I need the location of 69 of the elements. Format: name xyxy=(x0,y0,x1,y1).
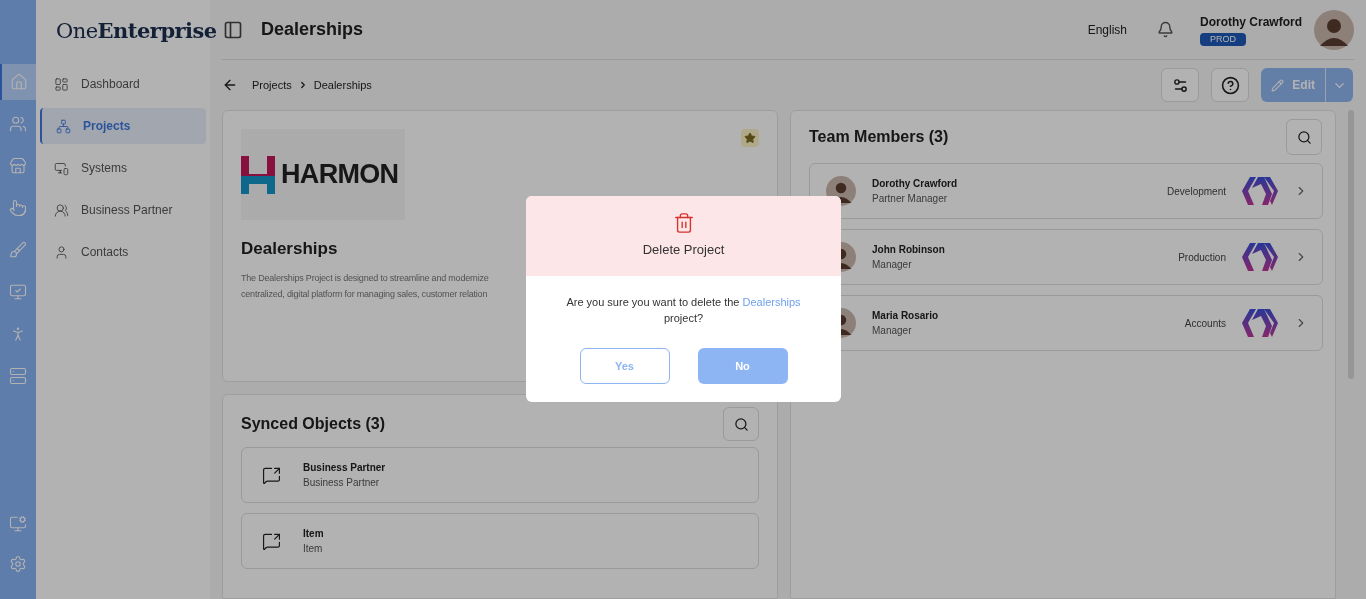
object-name: Business Partner xyxy=(303,461,386,475)
favorite-star-icon[interactable] xyxy=(741,129,759,147)
object-type: Business Partner xyxy=(303,476,381,490)
rail-item[interactable] xyxy=(0,64,36,100)
home-icon xyxy=(10,73,28,91)
avatar xyxy=(1314,9,1354,50)
people-icon xyxy=(54,202,69,218)
brush-icon xyxy=(9,241,27,259)
object-name: Item xyxy=(303,527,324,541)
project-title: Dealerships xyxy=(241,238,338,260)
object-type: Item xyxy=(303,542,324,556)
member-role: Manager xyxy=(872,258,913,272)
sidebar-item[interactable]: Dashboard xyxy=(40,66,206,102)
environment-badge: PROD xyxy=(1200,32,1246,47)
notification-icon[interactable] xyxy=(1157,21,1174,38)
member-role: Partner Manager xyxy=(872,192,949,206)
sidebar-item[interactable]: Systems xyxy=(40,150,206,186)
dashboard-icon xyxy=(54,76,69,92)
dialog-message: Are you sure you want to delete the Dealerships project? xyxy=(565,295,802,326)
company-logo-icon xyxy=(1242,306,1278,340)
trash-icon xyxy=(672,212,695,235)
hierarchy-icon xyxy=(56,118,71,134)
person-icon xyxy=(54,244,69,260)
project-description: centralized, digital platform for managing sales, customer relation xyxy=(241,287,488,301)
sidebar-item[interactable]: Projects xyxy=(40,108,206,144)
devices-icon xyxy=(54,160,69,176)
settings-button[interactable] xyxy=(1161,68,1200,102)
server-icon xyxy=(9,367,27,385)
breadcrumb-link[interactable]: Dealerships xyxy=(313,76,372,94)
sidebar-item[interactable]: Contacts xyxy=(40,234,206,270)
logo-text: HARMON xyxy=(281,158,399,192)
users-icon xyxy=(9,115,27,133)
synced-object-row[interactable]: Business Partner Business Partner xyxy=(241,447,759,503)
search-button[interactable] xyxy=(1286,119,1322,155)
member-department: Production xyxy=(1178,250,1226,265)
member-name: Maria Rosario xyxy=(872,309,939,323)
sync-chat-icon xyxy=(262,531,281,551)
member-department: Accounts xyxy=(1184,316,1226,331)
search-button[interactable] xyxy=(723,407,759,441)
member-name: Dorothy Crawford xyxy=(872,177,957,191)
harmon-logo-icon xyxy=(241,155,275,194)
help-button[interactable] xyxy=(1211,68,1250,102)
member-name: John Robinson xyxy=(872,243,945,257)
member-department: Development xyxy=(1167,184,1226,199)
sync-chat-icon xyxy=(262,465,281,485)
company-logo-icon xyxy=(1242,174,1278,208)
pointer-hand-icon xyxy=(9,199,27,217)
page-title: Dealerships xyxy=(261,18,364,41)
dialog-title: Delete Project xyxy=(642,241,725,260)
user-name: Dorothy Crawford xyxy=(1200,13,1302,31)
monitor-grid-icon[interactable] xyxy=(9,515,27,533)
help-icon xyxy=(1220,75,1240,95)
sidebar-item[interactable]: Business Partner xyxy=(40,192,206,228)
store-icon xyxy=(9,157,27,175)
pencil-icon xyxy=(1271,78,1285,92)
synced-object-row[interactable]: Item Item xyxy=(241,513,759,569)
project-description: The Dealerships Project is designed to streamline and modernize xyxy=(241,271,489,285)
section-title: Team Members (3) xyxy=(809,127,949,147)
breadcrumb-link[interactable]: Projects xyxy=(252,76,292,94)
search-icon xyxy=(1296,129,1312,145)
search-icon xyxy=(733,416,749,432)
section-title: Synced Objects (3) xyxy=(241,414,386,434)
panel-toggle-icon[interactable] xyxy=(223,19,243,40)
back-icon[interactable] xyxy=(222,77,238,93)
language-selector[interactable]: English xyxy=(1087,20,1127,39)
brand-name: OneEnterprise xyxy=(56,16,217,45)
member-role: Manager xyxy=(872,324,913,338)
company-logo-icon xyxy=(1242,240,1278,274)
monitor-icon xyxy=(9,283,27,301)
